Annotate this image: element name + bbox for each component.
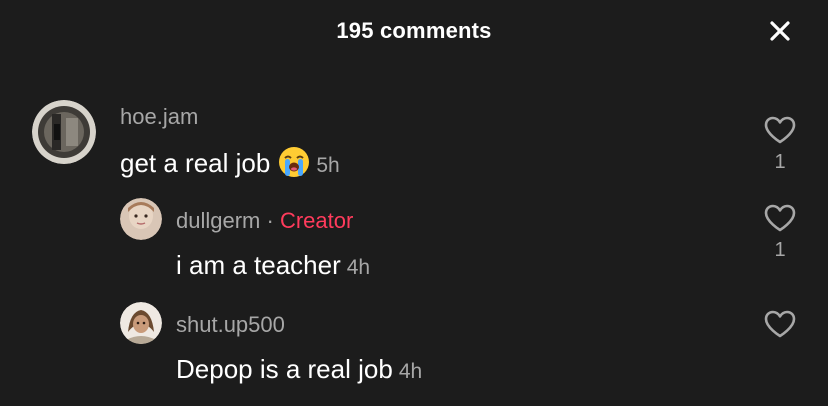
comment-text: Depop is a real job: [176, 354, 393, 384]
comment-timestamp: 4h: [398, 360, 423, 383]
heart-outline-icon: [764, 310, 796, 338]
avatar[interactable]: [120, 302, 162, 344]
comment-body: Depop is a real job 4h: [176, 354, 422, 385]
comment-username[interactable]: shut.up500: [176, 312, 285, 338]
reply-item: shut.up500 Depop is a real job 4h: [0, 0, 828, 406]
like-button[interactable]: [760, 309, 800, 339]
